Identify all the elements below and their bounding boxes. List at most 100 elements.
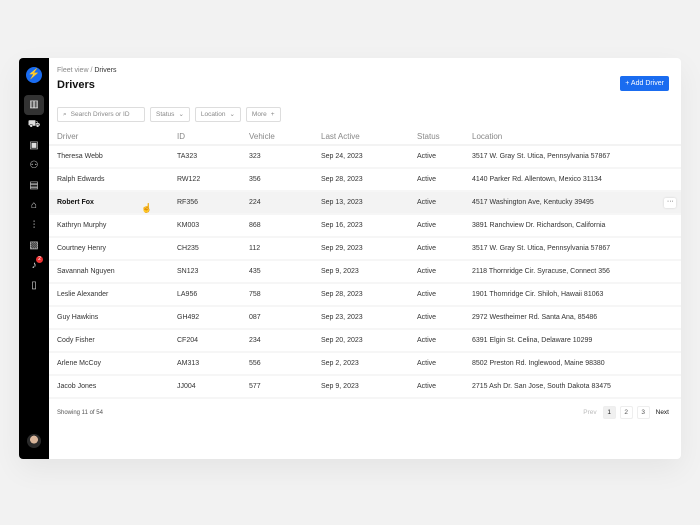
cell-driver: Guy Hawkins [49,306,177,330]
cell-driver: Savannah Nguyen [49,260,177,284]
cell-driver: Leslie Alexander [49,283,177,307]
row-actions-cell: ··· [664,191,681,215]
page-1-button[interactable]: 1 [602,406,616,419]
cell-id: CH235 [177,237,249,261]
cell-id: CF204 [177,329,249,353]
cell-status: Active [417,168,472,192]
cell-id: SN123 [177,260,249,284]
cell-status: Active [417,260,472,284]
search-input[interactable]: ⌕ Search Drivers or ID [57,107,145,122]
cell-driver: Courtney Henry [49,237,177,261]
cell-location: 3891 Ranchview Dr. Richardson, Californi… [472,214,665,238]
cell-last-active: Sep 24, 2023 [321,145,417,169]
breadcrumb-parent[interactable]: Fleet view [57,67,89,74]
sidebar: ⚡ ▥ ⛟ ▣ ⚇ ▤ ⌂ ⫶ ▧ ♪ 2 ▯ [19,58,49,459]
cell-id: RF356 [177,191,249,215]
row-actions-cell [664,283,681,307]
cell-status: Active [417,237,472,261]
location-filter[interactable]: Location ⌄ [194,107,241,122]
cell-driver: Kathryn Murphy [49,214,177,238]
cell-location: 4517 Washington Ave, Kentucky 39495 [472,191,665,215]
more-filter[interactable]: More + [245,107,281,122]
cell-last-active: Sep 28, 2023 [321,168,417,192]
cell-vehicle: 224 [249,191,321,215]
cell-last-active: Sep 23, 2023 [321,306,417,330]
more-actions-button[interactable]: ··· [664,197,677,208]
page-3-button[interactable]: 3 [636,406,650,419]
table-row[interactable]: Leslie Alexander LA956 758 Sep 28, 2023 Acti… [49,283,681,307]
table-row[interactable]: Jacob Jones JJ004 577 Sep 9, 2023 Active 2715… [49,375,681,399]
table-row[interactable]: Arlene McCoy AM313 556 Sep 2, 2023 Active 850… [49,352,681,376]
cell-id: AM313 [177,352,249,376]
column-header[interactable]: Last Active [321,129,417,146]
prev-page-button[interactable]: Prev [583,409,596,416]
cell-last-active: Sep 28, 2023 [321,283,417,307]
cell-id: JJ004 [177,375,249,399]
table-row[interactable]: Courtney Henry CH235 112 Sep 29, 2023 Active… [49,237,681,261]
cell-vehicle: 556 [249,352,321,376]
cell-vehicle: 868 [249,214,321,238]
cell-last-active: Sep 13, 2023 [321,191,417,215]
row-actions-cell [664,145,681,169]
audio-wave-icon[interactable]: ⫶ [24,216,44,236]
cell-driver: Ralph Edwards [49,168,177,192]
document-icon[interactable]: ▧ [24,236,44,256]
logo-bolt-icon[interactable]: ⚡ [26,67,42,83]
page-title: Drivers [57,79,95,91]
cell-id: TA323 [177,145,249,169]
cell-vehicle: 323 [249,145,321,169]
clipboard-icon[interactable]: ▤ [24,176,44,196]
row-actions-cell [664,237,681,261]
add-driver-button[interactable]: + Add Driver [620,76,669,91]
chevron-down-icon: ⌄ [229,111,235,118]
column-header[interactable]: Status [417,129,472,146]
cell-location: 2972 Westheimer Rd. Santa Ana, 85486 [472,306,665,330]
users-icon[interactable]: ⚇ [24,156,44,176]
cell-location: 6391 Elgin St. Celina, Delaware 10299 [472,329,665,353]
search-placeholder: Search Drivers or ID [70,111,130,118]
status-filter[interactable]: Status ⌄ [150,107,190,122]
table-row[interactable]: Ralph Edwards RW122 356 Sep 28, 2023 Active 4… [49,168,681,192]
cell-vehicle: 112 [249,237,321,261]
bell-icon[interactable]: ♪ 2 [24,256,44,276]
column-header[interactable]: Driver [49,129,177,146]
map-icon[interactable]: ▥ [24,95,44,115]
column-header[interactable]: ID [177,129,249,146]
car-icon[interactable]: ⛟ [24,115,44,135]
table-row[interactable]: Kathryn Murphy KM003 868 Sep 16, 2023 Active… [49,214,681,238]
inbox-icon[interactable]: ▣ [24,136,44,156]
next-page-button[interactable]: Next [656,409,669,416]
cell-status: Active [417,375,472,399]
cell-vehicle: 356 [249,168,321,192]
cell-vehicle: 234 [249,329,321,353]
cell-id: KM003 [177,214,249,238]
table-row[interactable]: Cody Fisher CF204 234 Sep 20, 2023 Active 639… [49,329,681,353]
building-icon[interactable]: ⌂ [24,196,44,216]
table-row[interactable]: Guy Hawkins GH492 087 Sep 23, 2023 Active 297… [49,306,681,330]
row-actions-cell [664,352,681,376]
avatar[interactable] [27,434,41,448]
cell-last-active: Sep 9, 2023 [321,375,417,399]
notification-badge: 2 [36,256,43,263]
page-2-button[interactable]: 2 [619,406,633,419]
cell-driver: Arlene McCoy [49,352,177,376]
column-header[interactable]: Vehicle [249,129,321,146]
table-row[interactable]: Theresa Webb TA323 323 Sep 24, 2023 Active 35… [49,145,681,169]
status-filter-label: Status [156,111,175,118]
cell-vehicle: 087 [249,306,321,330]
cell-id: GH492 [177,306,249,330]
cell-last-active: Sep 16, 2023 [321,214,417,238]
cell-status: Active [417,191,472,215]
chevron-down-icon: ⌄ [178,111,184,118]
cell-driver: Robert Fox [49,191,177,215]
cell-status: Active [417,214,472,238]
cell-location: 3517 W. Gray St. Utica, Pennsylvania 578… [472,237,665,261]
cell-location: 8502 Preston Rd. Inglewood, Maine 98380 [472,352,665,376]
mobile-icon[interactable]: ▯ [24,276,44,296]
cell-id: LA956 [177,283,249,307]
more-filter-label: More [251,111,267,118]
row-actions-cell [664,306,681,330]
table-row[interactable]: Savannah Nguyen SN123 435 Sep 9, 2023 Active… [49,260,681,284]
column-header[interactable]: Location [472,129,665,146]
app-window: ⚡ ▥ ⛟ ▣ ⚇ ▤ ⌂ ⫶ ▧ ♪ 2 ▯ Fleet view / Driv… [19,58,681,459]
